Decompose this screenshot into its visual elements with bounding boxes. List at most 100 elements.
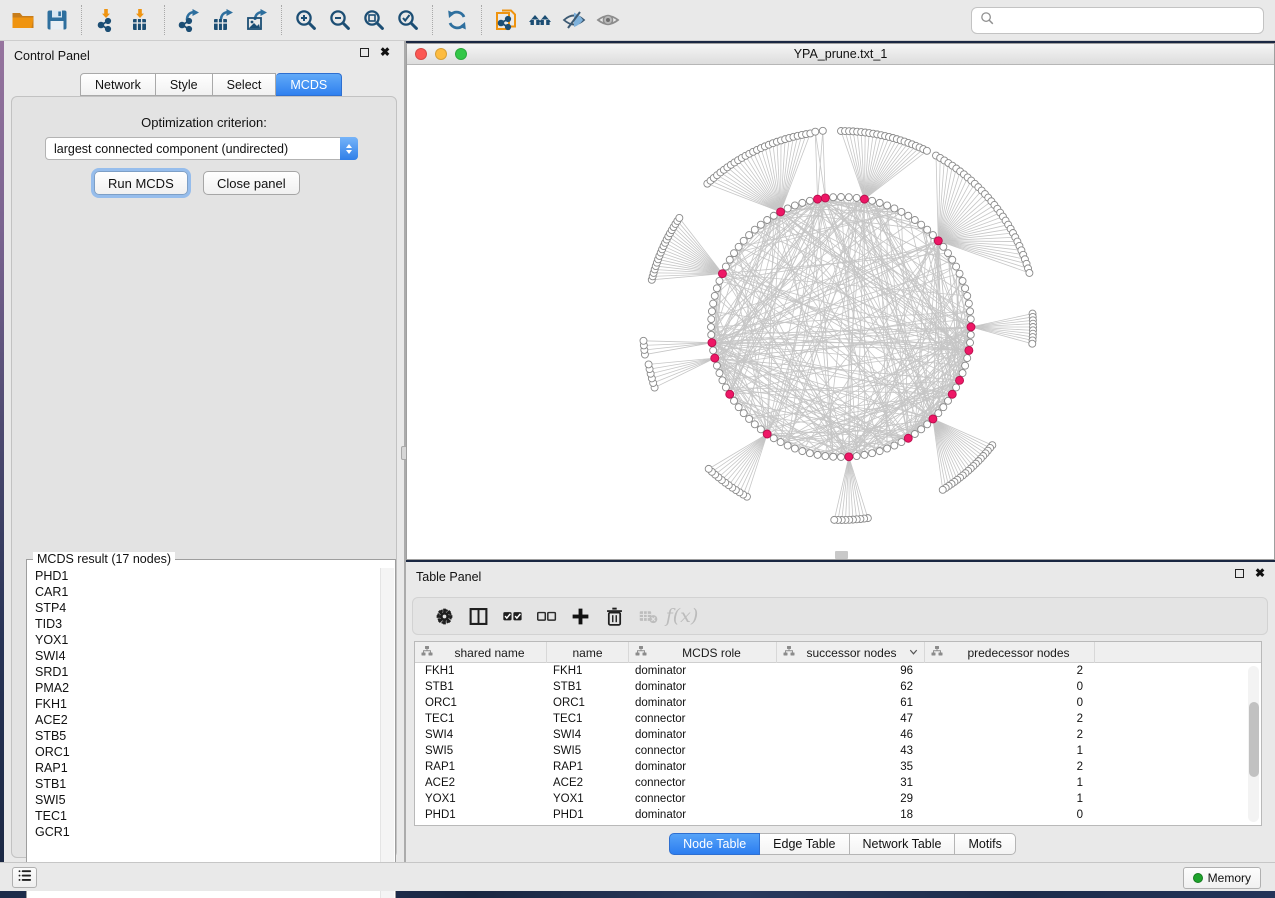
table-row[interactable]: TEC1TEC1connector472 (415, 711, 1261, 727)
create-column-plus-icon[interactable] (563, 601, 597, 631)
control-panel-close-icon[interactable]: ✖ (380, 48, 390, 57)
open-folder-icon[interactable] (8, 5, 38, 35)
mcds-result-item[interactable]: STB1 (28, 776, 380, 792)
mcds-result-item[interactable]: TEC1 (28, 808, 380, 824)
network-document-share-icon[interactable] (491, 5, 521, 35)
tab-edge-table[interactable]: Edge Table (760, 833, 849, 855)
mcds-result-item[interactable]: RAP1 (28, 760, 380, 776)
column-header-empty (1095, 642, 1261, 663)
table-cell: 29 (777, 793, 925, 805)
table-cell: ORC1 (547, 697, 629, 709)
show-columns-icon[interactable] (461, 601, 495, 631)
table-toolbar: f(x) (412, 597, 1268, 635)
column-header-MCDS-role[interactable]: MCDS role (629, 642, 777, 663)
table-cell: 0 (925, 809, 1095, 821)
table-row[interactable]: YOX1YOX1connector291 (415, 791, 1261, 807)
table-cell: FKH1 (415, 665, 547, 677)
table-row[interactable]: ACE2ACE2connector311 (415, 775, 1261, 791)
table-panel-close-icon[interactable]: ✖ (1255, 569, 1265, 578)
zoom-out-icon[interactable] (325, 5, 355, 35)
network-view-frame: YPA_prune.txt_1 (406, 43, 1275, 560)
select-all-checkboxes-icon[interactable] (495, 601, 529, 631)
table-row[interactable]: FKH1FKH1dominator962 (415, 663, 1261, 679)
delete-column-trash-icon[interactable] (597, 601, 631, 631)
table-row[interactable]: SWI5SWI5connector431 (415, 743, 1261, 759)
horizontal-splitter-grip[interactable] (835, 551, 848, 559)
mcds-result-item[interactable]: FKH1 (28, 696, 380, 712)
tab-network-table[interactable]: Network Table (850, 833, 956, 855)
zoom-in-icon[interactable] (291, 5, 321, 35)
mcds-result-item[interactable]: CAR1 (28, 584, 380, 600)
memory-button[interactable]: Memory (1183, 867, 1261, 889)
export-image-icon[interactable] (242, 5, 272, 35)
eye-icon[interactable] (593, 5, 623, 35)
import-network-icon[interactable] (91, 5, 121, 35)
column-header-shared-name[interactable]: shared name (415, 642, 547, 663)
deselect-all-checkboxes-icon[interactable] (529, 601, 563, 631)
node-table-scrollbar[interactable] (1248, 666, 1259, 822)
run-mcds-button[interactable]: Run MCDS (94, 171, 188, 195)
mcds-result-title: MCDS result (17 nodes) (33, 552, 175, 566)
table-cell: dominator (629, 761, 777, 773)
mcds-result-item[interactable]: YOX1 (28, 632, 380, 648)
zoom-fit-icon[interactable] (359, 5, 389, 35)
eye-slash-icon[interactable] (559, 5, 589, 35)
mcds-result-item[interactable]: PMA2 (28, 680, 380, 696)
toolbar-separator (81, 5, 82, 35)
mcds-result-item[interactable]: PHD1 (28, 568, 380, 584)
tab-mcds[interactable]: MCDS (276, 73, 342, 96)
table-cell: RAP1 (415, 761, 547, 773)
zoom-selected-icon[interactable] (393, 5, 423, 35)
export-table-icon[interactable] (208, 5, 238, 35)
tab-network[interactable]: Network (80, 73, 156, 96)
table-cell: FKH1 (547, 665, 629, 677)
network-frame-titlebar[interactable]: YPA_prune.txt_1 (407, 44, 1274, 65)
mcds-result-item[interactable]: TID3 (28, 616, 380, 632)
table-settings-gear-icon[interactable] (427, 601, 461, 631)
mcds-result-item[interactable]: SWI5 (28, 792, 380, 808)
tab-node-table[interactable]: Node Table (669, 833, 760, 855)
table-cell: STB1 (415, 681, 547, 693)
table-cell: YOX1 (547, 793, 629, 805)
mcds-result-item[interactable]: ORC1 (28, 744, 380, 760)
mcds-result-item[interactable]: STB5 (28, 728, 380, 744)
mcds-result-item[interactable]: ACE2 (28, 712, 380, 728)
apply-layout-refresh-icon[interactable] (442, 5, 472, 35)
tab-select[interactable]: Select (213, 73, 277, 96)
tab-style[interactable]: Style (156, 73, 213, 96)
table-cell: YOX1 (415, 793, 547, 805)
mcds-result-item[interactable]: SRD1 (28, 664, 380, 680)
column-header-successor-nodes[interactable]: successor nodes (777, 642, 925, 663)
list-icon (17, 868, 32, 888)
table-row[interactable]: SWI4SWI4dominator462 (415, 727, 1261, 743)
status-bar: Memory (0, 862, 1275, 891)
save-session-icon[interactable] (42, 5, 72, 35)
table-row[interactable]: RAP1RAP1dominator352 (415, 759, 1261, 775)
task-history-button[interactable] (12, 867, 37, 888)
column-type-tree-icon (421, 645, 433, 660)
table-row[interactable]: PHD1PHD1dominator180 (415, 807, 1261, 823)
control-panel-float-icon[interactable] (360, 48, 369, 57)
export-network-icon[interactable] (174, 5, 204, 35)
table-row[interactable]: ORC1ORC1dominator610 (415, 695, 1261, 711)
table-cell: 2 (925, 729, 1095, 741)
node-table-scrollbar-thumb[interactable] (1249, 702, 1259, 777)
close-panel-button[interactable]: Close panel (203, 171, 300, 195)
table-row[interactable]: STB1STB1dominator620 (415, 679, 1261, 695)
tab-motifs[interactable]: Motifs (955, 833, 1015, 855)
import-table-icon[interactable] (125, 5, 155, 35)
search-input[interactable] (996, 11, 1263, 31)
optimization-criterion-dropdown[interactable]: largest connected component (undirected) (45, 137, 358, 160)
table-cell: 31 (777, 777, 925, 789)
table-cell: 2 (925, 761, 1095, 773)
table-cell: 1 (925, 793, 1095, 805)
network-canvas[interactable] (407, 65, 1274, 559)
first-neighbors-icon[interactable] (525, 5, 555, 35)
mcds-result-item[interactable]: STP4 (28, 600, 380, 616)
table-cell: 46 (777, 729, 925, 741)
table-panel-float-icon[interactable] (1235, 569, 1244, 578)
search-box[interactable] (971, 7, 1264, 34)
column-header-predecessor-nodes[interactable]: predecessor nodes (925, 642, 1095, 663)
column-header-name[interactable]: name (547, 642, 629, 663)
mcds-result-item[interactable]: SWI4 (28, 648, 380, 664)
